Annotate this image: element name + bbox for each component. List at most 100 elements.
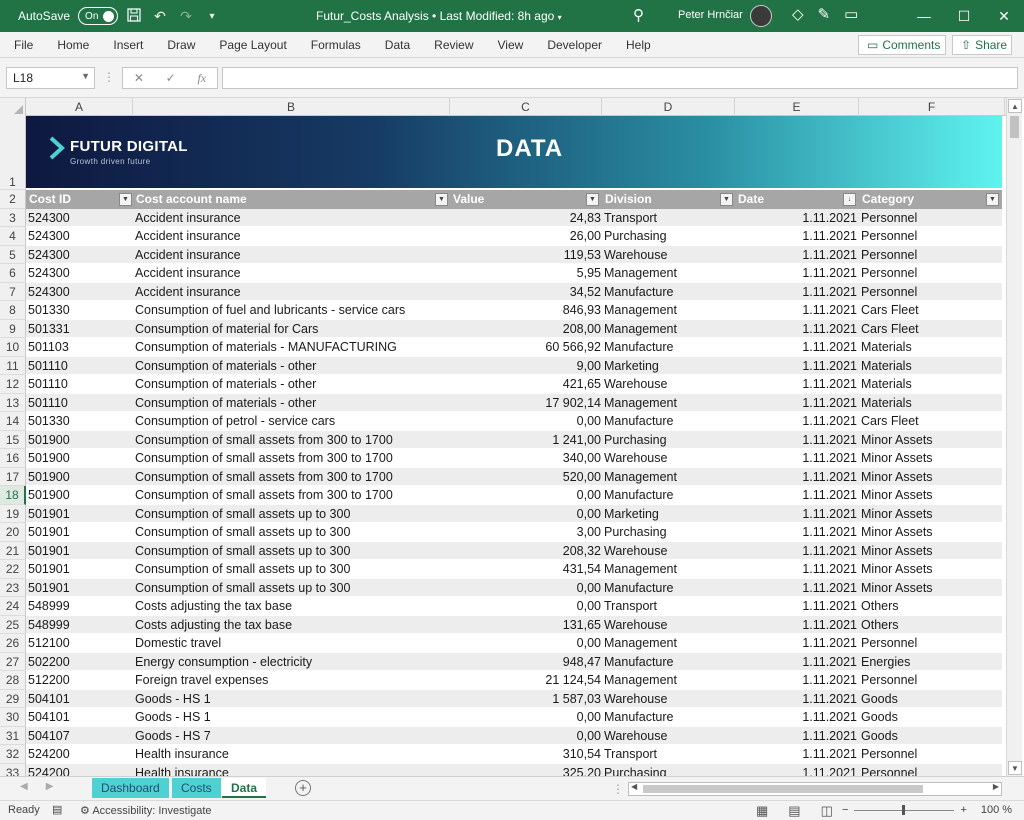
cell-category[interactable]: Personnel — [861, 227, 1001, 245]
row-header[interactable]: 13 — [0, 393, 26, 412]
cell-division[interactable]: Warehouse — [604, 690, 734, 708]
row-header[interactable]: 1 — [0, 116, 26, 190]
cell-division[interactable]: Purchasing — [604, 431, 734, 449]
cell-division[interactable]: Management — [604, 671, 734, 689]
cell-division[interactable]: Purchasing — [604, 227, 734, 245]
cell-division[interactable]: Warehouse — [604, 449, 734, 467]
cell-cost-id[interactable]: 524300 — [28, 227, 128, 245]
cell-cost-id[interactable]: 524200 — [28, 764, 128, 777]
tab-developer[interactable]: Developer — [535, 32, 614, 58]
cell-category[interactable]: Goods — [861, 690, 1001, 708]
cell-date[interactable]: 1.11.2021 — [734, 560, 857, 578]
cell-date[interactable]: 1.11.2021 — [734, 671, 857, 689]
cell-category[interactable]: Others — [861, 597, 1001, 615]
row-header[interactable]: 9 — [0, 319, 26, 338]
filter-dropdown-icon[interactable]: ▼ — [986, 193, 999, 206]
cell-category[interactable]: Materials — [861, 338, 1001, 356]
sheet-tab-data[interactable]: Data — [222, 778, 267, 798]
user-name[interactable]: Peter Hrnčiar — [678, 9, 743, 21]
cell-division[interactable]: Manufacture — [604, 338, 734, 356]
row-header[interactable]: 3 — [0, 208, 26, 227]
cell-category[interactable]: Minor Assets — [861, 505, 1001, 523]
avatar[interactable] — [750, 5, 772, 27]
page-break-view-icon[interactable]: ◫ — [821, 803, 833, 819]
spreadsheet-grid[interactable]: A B C D E F FUTUR DIGITAL Growth driven … — [0, 98, 1024, 776]
cell-cost-id[interactable]: 524300 — [28, 264, 128, 282]
cell-division[interactable]: Management — [604, 320, 734, 338]
cell-category[interactable]: Goods — [861, 708, 1001, 726]
row-header[interactable]: 27 — [0, 652, 26, 671]
sheet-tab-costs[interactable]: Costs — [172, 778, 221, 798]
cell-value[interactable]: 520,00 — [456, 468, 601, 486]
prev-sheet-icon[interactable]: ◀ — [20, 781, 28, 792]
cell-cost-account-name[interactable]: Consumption of material for Cars — [135, 320, 455, 338]
cell-cost-id[interactable]: 501103 — [28, 338, 128, 356]
column-header-d[interactable]: D — [602, 98, 735, 116]
search-icon[interactable]: ⚲ — [633, 6, 644, 24]
horizontal-scrollbar[interactable]: ◀ ▶ — [628, 782, 1002, 796]
cell-division[interactable]: Warehouse — [604, 375, 734, 393]
cell-date[interactable]: 1.11.2021 — [734, 597, 857, 615]
cell-value[interactable]: 0,00 — [456, 597, 601, 615]
row-header[interactable]: 8 — [0, 301, 26, 320]
row-header[interactable]: 15 — [0, 430, 26, 449]
cell-cost-id[interactable]: 502200 — [28, 653, 128, 671]
cell-date[interactable]: 1.11.2021 — [734, 653, 857, 671]
cell-division[interactable]: Manufacture — [604, 283, 734, 301]
cell-cost-id[interactable]: 501900 — [28, 468, 128, 486]
tab-insert[interactable]: Insert — [101, 32, 155, 58]
row-header[interactable]: 25 — [0, 615, 26, 634]
cell-value[interactable]: 310,54 — [456, 745, 601, 763]
row-header[interactable]: 31 — [0, 726, 26, 745]
diamond-icon[interactable]: ◇ — [792, 5, 804, 23]
cell-date[interactable]: 1.11.2021 — [734, 486, 857, 504]
row-header[interactable]: 11 — [0, 356, 26, 375]
cell-cost-id[interactable]: 501900 — [28, 431, 128, 449]
cell-cost-account-name[interactable]: Consumption of materials - other — [135, 394, 455, 412]
cell-date[interactable]: 1.11.2021 — [734, 357, 857, 375]
cell-cost-id[interactable]: 501901 — [28, 542, 128, 560]
cell-cost-id[interactable]: 524300 — [28, 246, 128, 264]
comments-button[interactable]: ▭ Comments — [858, 35, 946, 55]
cell-value[interactable]: 325,20 — [456, 764, 601, 777]
row-header[interactable]: 21 — [0, 541, 26, 560]
cell-date[interactable]: 1.11.2021 — [734, 579, 857, 597]
cell-cost-account-name[interactable]: Costs adjusting the tax base — [135, 597, 455, 615]
cell-date[interactable]: 1.11.2021 — [734, 449, 857, 467]
tab-data[interactable]: Data — [373, 32, 422, 58]
scroll-thumb[interactable] — [1010, 116, 1019, 138]
add-sheet-icon[interactable]: + — [295, 780, 311, 796]
row-header[interactable]: 24 — [0, 597, 26, 616]
tab-file[interactable]: File — [0, 32, 45, 58]
cell-date[interactable]: 1.11.2021 — [734, 745, 857, 763]
cell-division[interactable]: Management — [604, 264, 734, 282]
cell-cost-account-name[interactable]: Accident insurance — [135, 264, 455, 282]
cell-cost-id[interactable]: 501330 — [28, 301, 128, 319]
cell-value[interactable]: 119,53 — [456, 246, 601, 264]
cell-cost-id[interactable]: 512200 — [28, 671, 128, 689]
cell-value[interactable]: 421,65 — [456, 375, 601, 393]
row-header[interactable]: 20 — [0, 523, 26, 542]
cell-value[interactable]: 60 566,92 — [456, 338, 601, 356]
cell-cost-account-name[interactable]: Consumption of fuel and lubricants - ser… — [135, 301, 455, 319]
cell-date[interactable]: 1.11.2021 — [734, 209, 857, 227]
cell-category[interactable]: Cars Fleet — [861, 301, 1001, 319]
cell-date[interactable]: 1.11.2021 — [734, 690, 857, 708]
save-icon[interactable] — [124, 7, 144, 25]
cell-value[interactable]: 0,00 — [456, 486, 601, 504]
zoom-in-icon[interactable]: + — [960, 804, 966, 816]
cell-date[interactable]: 1.11.2021 — [734, 412, 857, 430]
cell-date[interactable]: 1.11.2021 — [734, 764, 857, 777]
cell-cost-id[interactable]: 504101 — [28, 690, 128, 708]
next-sheet-icon[interactable]: ▶ — [46, 781, 54, 792]
tab-page-layout[interactable]: Page Layout — [207, 32, 298, 58]
cell-cost-account-name[interactable]: Accident insurance — [135, 283, 455, 301]
sort-ascending-icon[interactable]: ↓ — [843, 193, 856, 206]
row-header[interactable]: 22 — [0, 560, 26, 579]
minimize-icon[interactable]: — — [904, 0, 944, 32]
cell-division[interactable]: Warehouse — [604, 246, 734, 264]
cell-cost-id[interactable]: 504107 — [28, 727, 128, 745]
cell-value[interactable]: 846,93 — [456, 301, 601, 319]
row-header[interactable]: 6 — [0, 264, 26, 283]
cell-date[interactable]: 1.11.2021 — [734, 468, 857, 486]
